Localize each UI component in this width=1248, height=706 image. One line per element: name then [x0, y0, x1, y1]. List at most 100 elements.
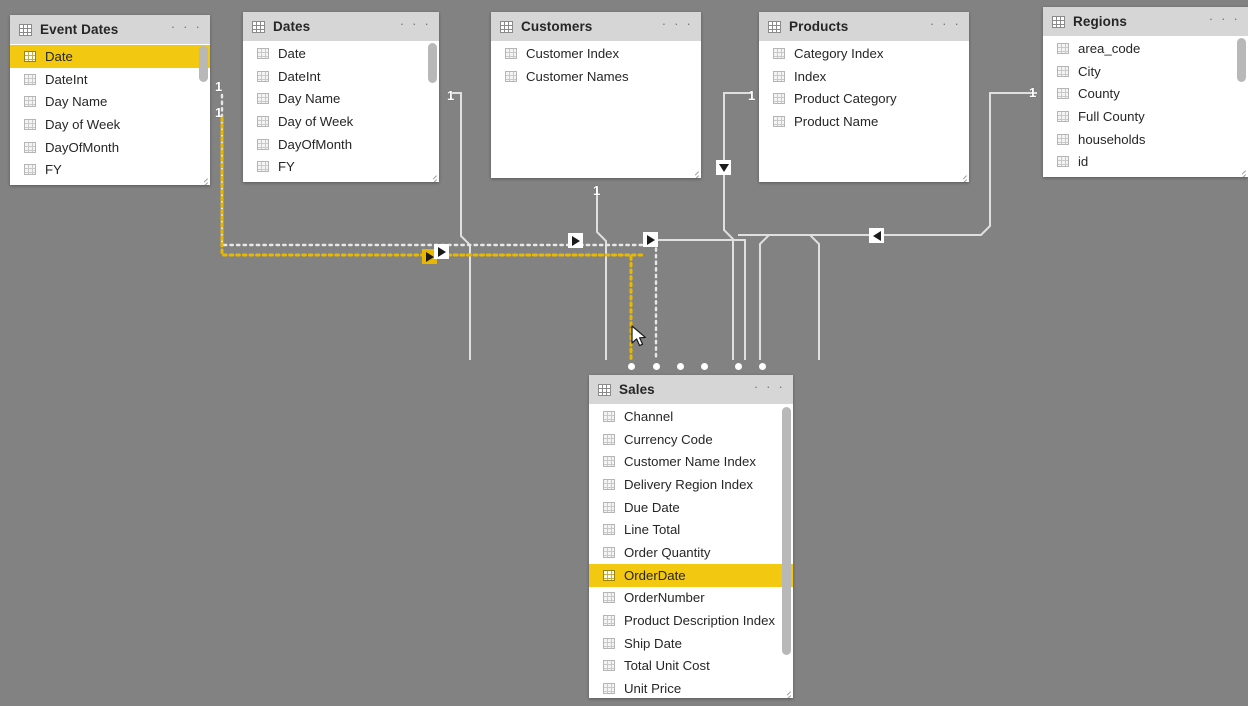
table-card-event-dates[interactable]: Event Dates · · · Date DateInt Day Name …	[10, 15, 210, 185]
field-row[interactable]: Product Name	[759, 110, 969, 133]
table-card-customers[interactable]: Customers · · · Customer Index Customer …	[491, 12, 701, 178]
cardinality-label-event-dates: 1	[215, 79, 223, 94]
column-icon	[257, 47, 269, 59]
column-icon	[773, 47, 785, 59]
scrollbar-thumb[interactable]	[428, 43, 437, 83]
field-row[interactable]: id	[1043, 150, 1248, 173]
resize-handle[interactable]	[781, 687, 791, 697]
field-row[interactable]: FY	[243, 155, 439, 178]
field-row[interactable]: Day of Week	[10, 113, 210, 136]
relationship-arrow-event-dates[interactable]	[434, 244, 449, 259]
relationship-line-customers-sales-2	[656, 239, 746, 360]
column-icon	[1057, 110, 1069, 122]
field-row[interactable]: Product Category	[759, 87, 969, 110]
table-card-sales[interactable]: Sales · · · Channel Currency Code Custom…	[589, 375, 793, 698]
field-label: DayOfMonth	[278, 136, 353, 152]
field-row[interactable]: Unit Price	[589, 677, 793, 698]
field-row[interactable]: Total Unit Cost	[589, 655, 793, 678]
field-row[interactable]: DayOfMonth	[10, 136, 210, 159]
field-list-sales[interactable]: Channel Currency Code Customer Name Inde…	[589, 404, 793, 698]
vertical-scrollbar[interactable]	[199, 44, 208, 185]
field-list-customers[interactable]: Customer Index Customer Names	[491, 41, 701, 178]
field-row[interactable]: Index	[759, 65, 969, 88]
field-row[interactable]: Day Name	[10, 90, 210, 113]
resize-handle[interactable]	[198, 174, 208, 184]
table-header-regions[interactable]: Regions · · ·	[1043, 7, 1248, 36]
field-row[interactable]: Order Quantity	[589, 541, 793, 564]
table-header-customers[interactable]: Customers · · ·	[491, 12, 701, 41]
table-more-options-icon[interactable]: · · ·	[1209, 12, 1240, 28]
field-row[interactable]: Ship Date	[589, 632, 793, 655]
field-row[interactable]: FY	[10, 158, 210, 181]
field-row[interactable]: Full County	[1043, 105, 1248, 128]
column-icon	[773, 70, 785, 82]
relationship-arrow-customers[interactable]	[643, 232, 658, 247]
field-row[interactable]: Date	[10, 45, 210, 68]
column-icon	[257, 70, 269, 82]
table-more-options-icon[interactable]: · · ·	[662, 17, 693, 33]
connector-dot	[653, 363, 660, 370]
table-card-products[interactable]: Products · · · Category Index Index Prod…	[759, 12, 969, 182]
field-list-event-dates[interactable]: Date DateInt Day Name Day of Week DayOfM…	[10, 44, 210, 185]
table-more-options-icon[interactable]: · · ·	[930, 17, 961, 33]
field-row[interactable]: Day Name	[243, 87, 439, 110]
table-more-options-icon[interactable]: · · ·	[400, 17, 431, 33]
field-row[interactable]: Customer Names	[491, 65, 701, 88]
vertical-scrollbar[interactable]	[428, 41, 437, 182]
table-card-dates[interactable]: Dates · · · Date DateInt Day Name Day of…	[243, 12, 439, 182]
table-icon	[1052, 15, 1065, 28]
column-icon	[773, 115, 785, 127]
field-row[interactable]: Channel	[589, 405, 793, 428]
field-label: DateInt	[45, 71, 88, 87]
field-row[interactable]: Line Total	[589, 518, 793, 541]
field-label: Ship Date	[624, 635, 682, 651]
field-list-products[interactable]: Category Index Index Product Category Pr…	[759, 41, 969, 182]
field-row[interactable]: City	[1043, 60, 1248, 83]
field-row[interactable]: DayOfMonth	[243, 133, 439, 156]
column-icon	[257, 115, 269, 127]
field-row[interactable]: Date	[243, 42, 439, 65]
resize-handle[interactable]	[689, 167, 699, 177]
field-row[interactable]: OrderNumber	[589, 587, 793, 610]
field-row[interactable]: Customer Name Index	[589, 450, 793, 473]
field-label: area_code	[1078, 40, 1141, 56]
resize-handle[interactable]	[957, 171, 967, 181]
table-more-options-icon[interactable]: · · ·	[754, 380, 785, 396]
scrollbar-thumb[interactable]	[782, 407, 791, 655]
table-header-sales[interactable]: Sales · · ·	[589, 375, 793, 404]
relationship-arrow-regions[interactable]	[869, 228, 884, 243]
field-row[interactable]: Currency Code	[589, 428, 793, 451]
relationship-line-products-sales	[723, 92, 752, 360]
table-more-options-icon[interactable]: · · ·	[171, 20, 202, 36]
table-card-regions[interactable]: Regions · · · area_code City County Full…	[1043, 7, 1248, 177]
relationship-arrow-products-down[interactable]	[716, 160, 731, 175]
vertical-scrollbar[interactable]	[782, 404, 791, 698]
field-row[interactable]: Due Date	[589, 496, 793, 519]
table-header-event-dates[interactable]: Event Dates · · ·	[10, 15, 210, 44]
field-label: FY	[45, 162, 62, 178]
field-row[interactable]: Product Description Index	[589, 609, 793, 632]
vertical-scrollbar[interactable]	[1237, 36, 1246, 177]
column-icon	[24, 73, 36, 85]
column-icon	[257, 138, 269, 150]
field-row[interactable]: DateInt	[243, 65, 439, 88]
table-header-dates[interactable]: Dates · · ·	[243, 12, 439, 41]
field-row[interactable]: households	[1043, 128, 1248, 151]
field-row[interactable]: County	[1043, 82, 1248, 105]
model-view-canvas[interactable]: 1 1 1 1 1 1 Event Dates · · · Date DateI…	[0, 0, 1248, 706]
field-row[interactable]: DateInt	[10, 68, 210, 91]
resize-handle[interactable]	[1236, 166, 1246, 176]
scrollbar-thumb[interactable]	[199, 46, 208, 82]
field-row[interactable]: Category Index	[759, 42, 969, 65]
field-list-dates[interactable]: Date DateInt Day Name Day of Week DayOfM…	[243, 41, 439, 182]
relationship-arrow-dates[interactable]	[568, 233, 583, 248]
resize-handle[interactable]	[427, 171, 437, 181]
field-row[interactable]: Customer Index	[491, 42, 701, 65]
field-row[interactable]: Day of Week	[243, 110, 439, 133]
field-list-regions[interactable]: area_code City County Full County househ…	[1043, 36, 1248, 177]
table-header-products[interactable]: Products · · ·	[759, 12, 969, 41]
scrollbar-thumb[interactable]	[1237, 38, 1246, 82]
field-row[interactable]: area_code	[1043, 37, 1248, 60]
field-row[interactable]: OrderDate	[589, 563, 793, 587]
field-row[interactable]: Delivery Region Index	[589, 473, 793, 496]
